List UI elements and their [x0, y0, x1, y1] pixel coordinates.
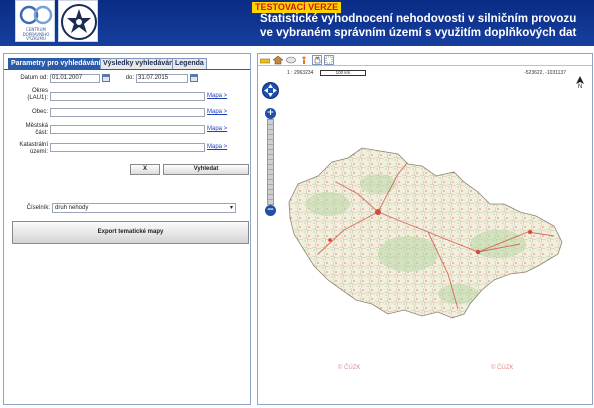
tab-legend[interactable]: Legenda [172, 58, 207, 69]
tab-search-parameters[interactable]: Parametry pro vyhledávání [8, 58, 104, 69]
tab-divider [4, 69, 250, 70]
map-panel: 1 : 2963234 100 km -523622, -1031137 N +… [257, 53, 593, 405]
katastr-map-link[interactable]: Mapa > [207, 144, 227, 150]
chevron-down-icon: ▾ [229, 205, 233, 211]
obec-input[interactable] [50, 108, 205, 117]
date-to-calendar-icon[interactable] [190, 74, 198, 82]
mestska-cast-map-link[interactable]: Mapa > [207, 126, 227, 132]
mestska-cast-label-line2: část: [35, 130, 48, 136]
mestska-cast-label-line1: Městská [25, 123, 48, 129]
app-title-line1: Statistické vyhodnocení nehodovosti v si… [260, 12, 577, 25]
date-from-calendar-icon[interactable] [102, 74, 110, 82]
cdv-logo: CENTRUM DOPRAVNÍHO VÝZKUMU [15, 0, 55, 42]
app-title-line2: ve vybraném správním území s využitím do… [260, 26, 577, 39]
map-canvas[interactable] [258, 54, 593, 405]
tab-search-results[interactable]: Výsledky vyhledávání [100, 58, 179, 69]
okres-label-line2: (LAU1): [27, 95, 48, 101]
okres-input[interactable] [50, 92, 205, 101]
date-to-input[interactable]: 31.07.2015 [136, 74, 188, 83]
app-header: CENTRUM DOPRAVNÍHO VÝZKUMU TESTOVACÍ VER… [0, 0, 594, 46]
obec-map-link[interactable]: Mapa > [207, 109, 227, 115]
katastr-label-line1: Katastrální [19, 142, 48, 148]
search-button[interactable]: Vyhledat [163, 164, 249, 175]
ciselnik-label: Číselník: [26, 205, 50, 211]
search-panel: Parametry pro vyhledávání Výsledky vyhle… [3, 53, 251, 405]
cdv-logo-text: CENTRUM DOPRAVNÍHO VÝZKUMU [22, 27, 50, 41]
date-from-input[interactable]: 01.01.2007 [50, 74, 100, 83]
police-logo [58, 0, 98, 42]
date-from-label: Datum od: [20, 75, 48, 81]
obec-label: Obec: [31, 109, 48, 115]
katastr-label-line2: území: [29, 149, 48, 155]
clear-button[interactable]: X [130, 164, 160, 175]
okres-map-link[interactable]: Mapa > [207, 93, 227, 99]
ciselnik-selected-value: druh nehody [55, 205, 89, 211]
cdv-logo-icon [19, 5, 53, 25]
map-watermark-left: © ČÚZK [338, 365, 361, 371]
katastr-input[interactable] [50, 143, 205, 152]
map-watermark-right: © ČÚZK [491, 365, 514, 371]
czech-republic-map [289, 148, 562, 318]
export-map-button[interactable]: Export tematické mapy [12, 221, 249, 244]
ciselnik-select[interactable]: druh nehody ▾ [52, 203, 236, 213]
okres-label-line1: Okres [31, 88, 48, 94]
date-to-label: do: [125, 75, 134, 81]
police-badge-icon [61, 4, 97, 40]
mestska-cast-input[interactable] [50, 125, 205, 134]
